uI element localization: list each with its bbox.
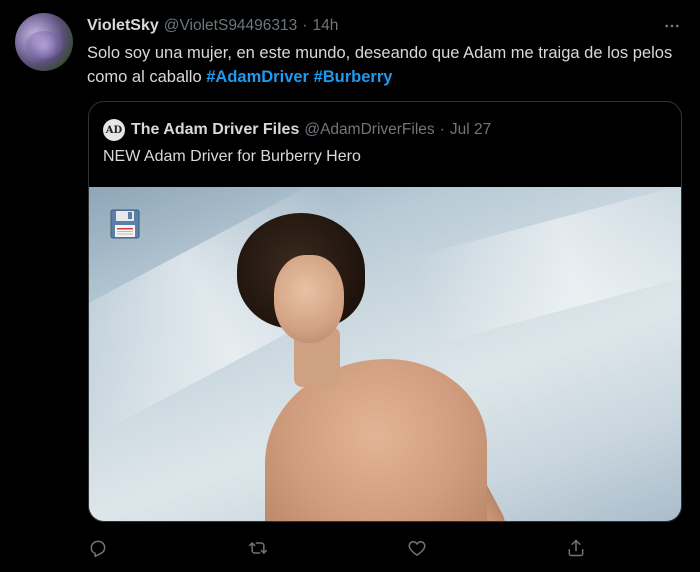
quoted-text: NEW Adam Driver for Burberry Hero [103, 148, 361, 165]
hashtag-link[interactable]: #Burberry [314, 68, 393, 86]
hashtag-link[interactable]: #AdamDriver [206, 68, 309, 86]
avatar[interactable] [15, 13, 73, 71]
tweet-header: VioletSky @VioletS94496313 · 14h [87, 15, 338, 37]
retweet-icon[interactable] [245, 535, 271, 561]
action-bar [0, 535, 700, 563]
quoted-display-name: The Adam Driver Files [131, 121, 300, 138]
separator-dot: · [302, 17, 308, 34]
separator-dot: · [439, 121, 445, 138]
tweet-text: Solo soy una mujer, en este mundo, desea… [87, 41, 677, 89]
quoted-tweet-header: AD The Adam Driver Files @AdamDriverFile… [103, 119, 491, 141]
quoted-avatar: AD [103, 119, 125, 141]
reply-icon[interactable] [85, 535, 111, 561]
quoted-date: Jul 27 [449, 121, 492, 138]
like-icon[interactable] [404, 535, 430, 561]
timestamp[interactable]: 14h [312, 17, 338, 35]
user-handle[interactable]: @VioletS94496313 [164, 17, 298, 35]
quoted-media-image[interactable] [89, 187, 681, 521]
image-figure [274, 255, 344, 343]
display-name[interactable]: VioletSky [87, 17, 159, 35]
quoted-tweet[interactable]: AD The Adam Driver Files @AdamDriverFile… [88, 101, 682, 522]
image-background [412, 187, 681, 345]
share-icon[interactable] [563, 535, 589, 561]
quoted-handle: @AdamDriverFiles [304, 121, 435, 138]
more-options-icon[interactable] [660, 14, 684, 38]
floppy-disk-icon[interactable] [109, 208, 141, 240]
tweet[interactable]: VioletSky @VioletS94496313 · 14h Solo so… [0, 0, 700, 572]
